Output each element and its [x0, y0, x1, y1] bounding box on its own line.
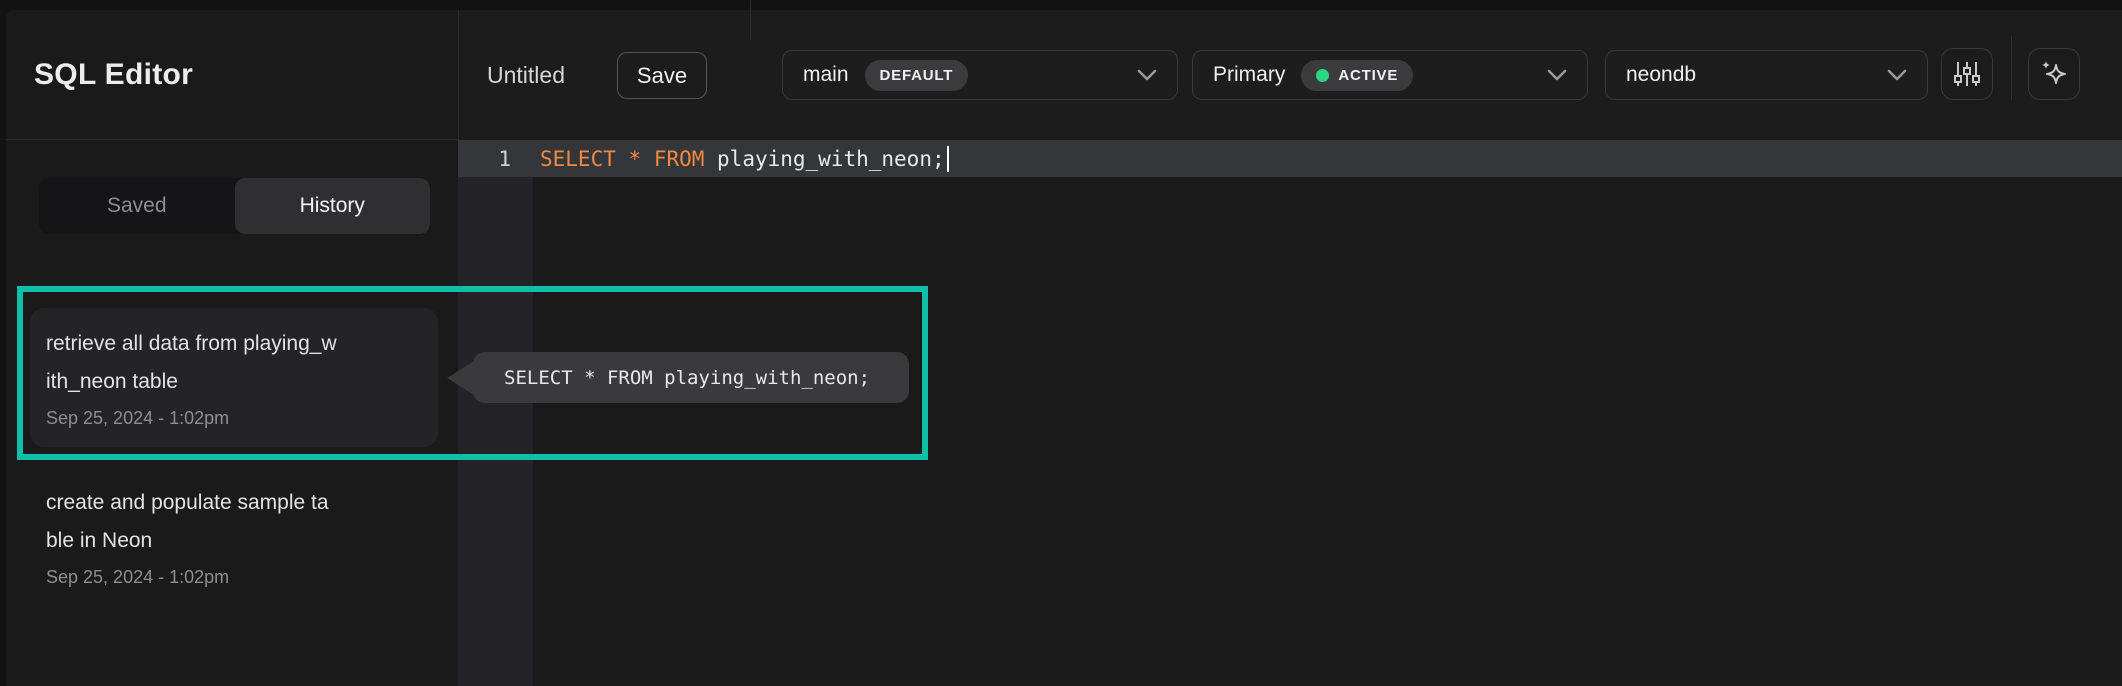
- branch-selector[interactable]: main DEFAULT: [782, 50, 1178, 100]
- compute-selector[interactable]: Primary ACTIVE: [1192, 50, 1588, 100]
- editor-code-area[interactable]: [533, 140, 2122, 686]
- line-number: 1: [458, 140, 533, 177]
- compute-value: Primary: [1213, 63, 1285, 87]
- editor-gutter: [458, 140, 533, 686]
- database-value: neondb: [1626, 63, 1696, 87]
- sql-keyword: FROM: [654, 147, 717, 171]
- document-name-label: Untitled: [487, 10, 565, 140]
- history-item-timestamp: Sep 25, 2024 - 1:02pm: [46, 560, 329, 594]
- sidebar-header: SQL Editor: [6, 10, 458, 140]
- ai-assistant-button[interactable]: [2028, 48, 2080, 100]
- sql-identifier: playing_with_neon;: [717, 147, 945, 171]
- sidebar-tabs: Saved History: [39, 178, 430, 234]
- history-item[interactable]: create and populate sample ta ble in Neo…: [46, 484, 329, 594]
- branch-value: main: [803, 63, 849, 87]
- history-item-title-line: retrieve all data from playing_w: [46, 325, 422, 363]
- compute-status-badge: ACTIVE: [1301, 60, 1413, 91]
- chevron-down-icon: [1547, 69, 1567, 81]
- sliders-icon: [1952, 59, 1982, 89]
- text-cursor: [947, 146, 949, 172]
- chevron-down-icon: [1887, 69, 1907, 81]
- sql-star: *: [629, 147, 654, 171]
- history-item-title-line: ith_neon table: [46, 363, 422, 401]
- sql-code-line[interactable]: SELECT * FROM playing_with_neon;: [540, 140, 949, 177]
- tab-saved[interactable]: Saved: [39, 178, 235, 234]
- editor-settings-button[interactable]: [1941, 48, 1993, 100]
- compute-status-text: ACTIVE: [1338, 67, 1398, 84]
- sparkle-icon: [2038, 58, 2070, 90]
- dot-icon: [1316, 69, 1329, 82]
- branch-default-badge: DEFAULT: [865, 60, 969, 91]
- history-item-title-line: ble in Neon: [46, 522, 329, 560]
- history-query-tooltip: SELECT * FROM playing_with_neon;: [473, 352, 909, 403]
- database-selector[interactable]: neondb: [1605, 50, 1928, 100]
- history-item[interactable]: retrieve all data from playing_w ith_neo…: [30, 308, 438, 447]
- tab-history[interactable]: History: [235, 178, 431, 234]
- sql-editor-page: SQL Editor Untitled Save main DEFAULT Pr…: [0, 0, 2122, 686]
- history-item-timestamp: Sep 25, 2024 - 1:02pm: [46, 401, 422, 435]
- sql-keyword: SELECT: [540, 147, 629, 171]
- save-button[interactable]: Save: [617, 52, 707, 99]
- page-title: SQL Editor: [34, 58, 193, 92]
- history-item-title-line: create and populate sample ta: [46, 484, 329, 522]
- header-divider: [750, 0, 751, 40]
- tooltip-arrow: [447, 361, 474, 395]
- chevron-down-icon: [1137, 69, 1157, 81]
- toolbar-divider: [2011, 36, 2012, 100]
